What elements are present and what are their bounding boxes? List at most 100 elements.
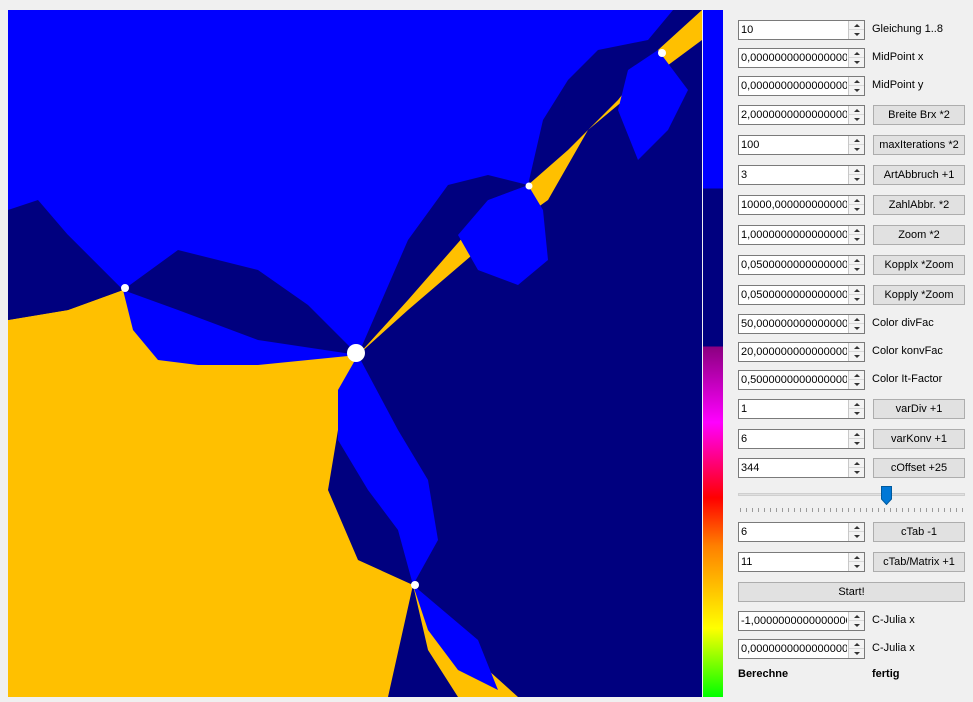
color-konv-fac-input[interactable] [741,344,847,360]
midpoint-y-input[interactable] [741,78,847,94]
spin-up-icon[interactable] [849,523,864,532]
spin-up-icon[interactable] [849,343,864,352]
breite-button[interactable]: Breite Brx *2 [873,105,965,125]
kopplx-spinbox[interactable] [738,255,865,275]
spin-down-icon[interactable] [849,468,864,477]
spin-up-icon[interactable] [849,553,864,562]
fractal-canvas[interactable] [8,10,702,697]
var-div-spinbox[interactable] [738,399,865,419]
color-konv-fac-spin-buttons[interactable] [848,343,864,361]
color-it-factor-spin-buttons[interactable] [848,371,864,389]
var-konv-spinbox[interactable] [738,429,865,449]
spin-down-icon[interactable] [849,649,864,658]
zoom-spin-buttons[interactable] [848,226,864,244]
c-tab-matrix-button[interactable]: cTab/Matrix +1 [873,552,965,572]
art-abbruch-spinbox[interactable] [738,165,865,185]
spin-down-icon[interactable] [849,352,864,361]
var-div-button[interactable]: varDiv +1 [873,399,965,419]
spin-up-icon[interactable] [849,166,864,175]
spin-down-icon[interactable] [849,175,864,184]
zahl-abbr-button[interactable]: ZahlAbbr. *2 [873,195,965,215]
midpoint-x-spin-buttons[interactable] [848,49,864,67]
spin-up-icon[interactable] [849,77,864,86]
spin-down-icon[interactable] [849,380,864,389]
midpoint-x-spinbox[interactable] [738,48,865,68]
c-julia-y-input[interactable] [741,641,847,657]
color-div-fac-input[interactable] [741,316,847,332]
spin-up-icon[interactable] [849,286,864,295]
c-offset-input[interactable] [741,460,847,476]
spin-down-icon[interactable] [849,145,864,154]
breite-spin-buttons[interactable] [848,106,864,124]
spin-up-icon[interactable] [849,49,864,58]
spin-up-icon[interactable] [849,459,864,468]
c-tab-matrix-input[interactable] [741,554,847,570]
var-konv-spin-buttons[interactable] [848,430,864,448]
midpoint-x-input[interactable] [741,50,847,66]
zahl-abbr-input[interactable] [741,197,847,213]
gleichung-spin-buttons[interactable] [848,21,864,39]
color-offset-slider[interactable] [738,486,966,514]
spin-down-icon[interactable] [849,115,864,124]
slider-track[interactable] [738,493,965,496]
spin-up-icon[interactable] [849,136,864,145]
kopplx-button[interactable]: Kopplx *Zoom [873,255,965,275]
c-tab-matrix-spinbox[interactable] [738,552,865,572]
spin-up-icon[interactable] [849,430,864,439]
spin-down-icon[interactable] [849,295,864,304]
var-div-input[interactable] [741,401,847,417]
kopplx-input[interactable] [741,257,847,273]
start-button[interactable]: Start! [738,582,965,602]
gleichung-spinbox[interactable] [738,20,865,40]
spin-down-icon[interactable] [849,532,864,541]
spin-up-icon[interactable] [849,315,864,324]
zahl-abbr-spin-buttons[interactable] [848,196,864,214]
color-div-fac-spinbox[interactable] [738,314,865,334]
spin-up-icon[interactable] [849,256,864,265]
art-abbruch-button[interactable]: ArtAbbruch +1 [873,165,965,185]
zoom-input[interactable] [741,227,847,243]
spin-up-icon[interactable] [849,640,864,649]
spin-up-icon[interactable] [849,196,864,205]
slider-thumb[interactable] [881,486,892,505]
c-offset-button[interactable]: cOffset +25 [873,458,965,478]
kopply-input[interactable] [741,287,847,303]
c-tab-input[interactable] [741,524,847,540]
var-div-spin-buttons[interactable] [848,400,864,418]
spin-down-icon[interactable] [849,235,864,244]
c-julia-y-spin-buttons[interactable] [848,640,864,658]
var-konv-button[interactable]: varKonv +1 [873,429,965,449]
c-tab-spin-buttons[interactable] [848,523,864,541]
kopply-spinbox[interactable] [738,285,865,305]
c-julia-x-input[interactable] [741,613,847,629]
spin-up-icon[interactable] [849,371,864,380]
spin-down-icon[interactable] [849,58,864,67]
c-julia-y-spinbox[interactable] [738,639,865,659]
color-it-factor-spinbox[interactable] [738,370,865,390]
spin-down-icon[interactable] [849,86,864,95]
c-tab-matrix-spin-buttons[interactable] [848,553,864,571]
zoom-button[interactable]: Zoom *2 [873,225,965,245]
max-iterations-spinbox[interactable] [738,135,865,155]
kopply-button[interactable]: Kopply *Zoom [873,285,965,305]
var-konv-input[interactable] [741,431,847,447]
c-julia-x-spin-buttons[interactable] [848,612,864,630]
c-julia-x-spinbox[interactable] [738,611,865,631]
art-abbruch-spin-buttons[interactable] [848,166,864,184]
spin-down-icon[interactable] [849,30,864,39]
spin-down-icon[interactable] [849,265,864,274]
c-tab-button[interactable]: cTab -1 [873,522,965,542]
kopplx-spin-buttons[interactable] [848,256,864,274]
spin-down-icon[interactable] [849,439,864,448]
zahl-abbr-spinbox[interactable] [738,195,865,215]
spin-up-icon[interactable] [849,226,864,235]
zoom-spinbox[interactable] [738,225,865,245]
breite-input[interactable] [741,107,847,123]
gleichung-input[interactable] [741,22,847,38]
max-iterations-spin-buttons[interactable] [848,136,864,154]
c-tab-spinbox[interactable] [738,522,865,542]
color-it-factor-input[interactable] [741,372,847,388]
midpoint-y-spinbox[interactable] [738,76,865,96]
c-offset-spinbox[interactable] [738,458,865,478]
spin-up-icon[interactable] [849,612,864,621]
